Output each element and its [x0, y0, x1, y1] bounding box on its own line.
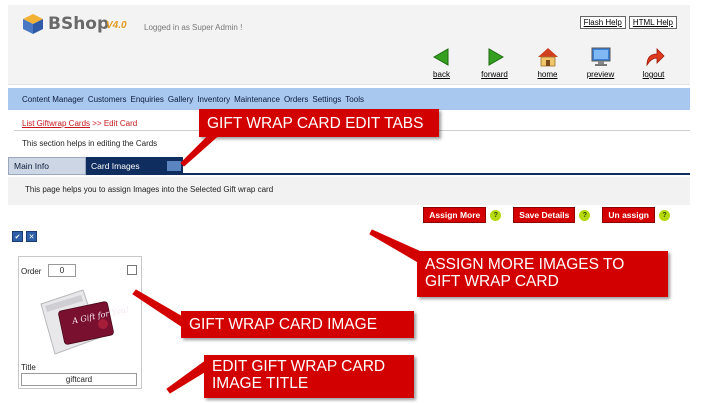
logout-button[interactable]: logout	[627, 46, 680, 79]
header: BShop V4.0 Logged in as Super Admin ! Fl…	[8, 5, 690, 85]
un-assign-button[interactable]: Un assign	[602, 207, 655, 223]
order-label: Order	[21, 267, 42, 276]
help-icon[interactable]: ?	[659, 209, 670, 221]
app-window: BShop V4.0 Logged in as Super Admin ! Fl…	[8, 5, 690, 398]
callout-edit-title: EDIT GIFT WRAP CARD IMAGE TITLE	[204, 355, 414, 398]
menu-inventory[interactable]: Inventory	[197, 95, 230, 104]
breadcrumb-current: Edit Card	[103, 119, 138, 128]
title-input[interactable]: giftcard	[21, 373, 137, 386]
gift-card-image: A Gift for You!	[40, 289, 130, 355]
action-bar: Assign More ? Save Details ? Un assign ?	[423, 207, 678, 223]
order-input[interactable]: 0	[48, 264, 76, 277]
monitor-icon	[591, 47, 610, 66]
cube-logo-icon	[23, 14, 43, 34]
back-label: back	[433, 70, 450, 79]
breadcrumb-list-link[interactable]: List Giftwrap Cards	[22, 119, 90, 128]
tab-card-images[interactable]: Card Images	[86, 157, 183, 175]
callout-title-line1: EDIT GIFT WRAP CARD	[212, 358, 386, 375]
menu-tools[interactable]: Tools	[345, 95, 364, 104]
breadcrumb-separator: >>	[92, 119, 102, 128]
check-all-icon[interactable]: ✔	[12, 231, 23, 242]
preview-label: preview	[586, 70, 615, 79]
clear-all-icon[interactable]: ✕	[26, 231, 37, 242]
forward-button[interactable]: forward	[468, 46, 521, 79]
image-card: Order 0 A Gift for You! Title giftcard	[18, 256, 142, 389]
menu-gallery[interactable]: Gallery	[168, 95, 193, 104]
back-button[interactable]: back	[415, 46, 468, 79]
section-help-text: This section helps in editing the Cards	[22, 139, 158, 148]
breadcrumb: List Giftwrap Cards >> Edit Card	[22, 119, 137, 128]
menu-settings[interactable]: Settings	[312, 95, 341, 104]
save-details-button[interactable]: Save Details	[513, 207, 576, 223]
menu-enquiries[interactable]: Enquiries	[131, 95, 164, 104]
preview-button[interactable]: preview	[574, 46, 627, 79]
title-label: Title	[21, 363, 36, 372]
help-icon[interactable]: ?	[579, 209, 591, 221]
edit-tabs: Main Info Card Images	[8, 157, 690, 175]
callout-assign-line2: GIFT WRAP CARD	[425, 273, 559, 290]
tab-main-info-label: Main Info	[14, 161, 49, 171]
callout-edit-tabs: GIFT WRAP CARD EDIT TABS	[199, 109, 439, 137]
nav-toolbar: back forward home preview logout	[415, 46, 680, 79]
menu-orders[interactable]: Orders	[284, 95, 308, 104]
logged-in-status: Logged in as Super Admin !	[144, 23, 243, 32]
callout-assign-more: ASSIGN MORE IMAGES TO GIFT WRAP CARD	[417, 251, 668, 297]
html-help-link[interactable]: HTML Help	[628, 16, 677, 29]
home-label: home	[537, 70, 558, 79]
home-button[interactable]: home	[521, 46, 574, 79]
help-icon[interactable]: ?	[490, 209, 502, 221]
selection-tools: ✔ ✕	[12, 231, 37, 242]
forward-label: forward	[481, 70, 508, 79]
main-menu: Content Manager Customers Enquiries Gall…	[8, 88, 690, 110]
flash-help-link[interactable]: Flash Help	[579, 16, 626, 29]
forward-arrow-icon	[488, 48, 504, 66]
callout-card-image: GIFT WRAP CARD IMAGE	[181, 311, 414, 338]
menu-content-manager[interactable]: Content Manager	[22, 95, 84, 104]
help-links: Flash Help HTML Help	[579, 16, 677, 29]
callout-card-image-text: GIFT WRAP CARD IMAGE	[189, 316, 378, 333]
tab-flag-icon	[167, 161, 181, 171]
menu-customers[interactable]: Customers	[88, 95, 127, 104]
select-checkbox[interactable]	[127, 265, 137, 275]
menu-maintenance[interactable]: Maintenance	[234, 95, 280, 104]
callout-assign-line1: ASSIGN MORE IMAGES TO	[425, 256, 625, 273]
logout-label: logout	[642, 70, 665, 79]
assign-more-button[interactable]: Assign More	[423, 207, 487, 223]
back-arrow-icon	[432, 48, 448, 66]
tab-main-info[interactable]: Main Info	[8, 157, 86, 175]
app-version: V4.0	[106, 20, 127, 31]
callout-title-line2: IMAGE TITLE	[212, 375, 309, 392]
tab-card-images-label: Card Images	[91, 161, 140, 171]
home-icon	[537, 48, 558, 67]
assign-help-text: This page helps you to assign Images int…	[8, 177, 690, 205]
logout-arrow-icon	[646, 48, 665, 67]
callout-edit-tabs-text: GIFT WRAP CARD EDIT TABS	[207, 115, 424, 132]
app-name: BShop	[48, 14, 110, 34]
